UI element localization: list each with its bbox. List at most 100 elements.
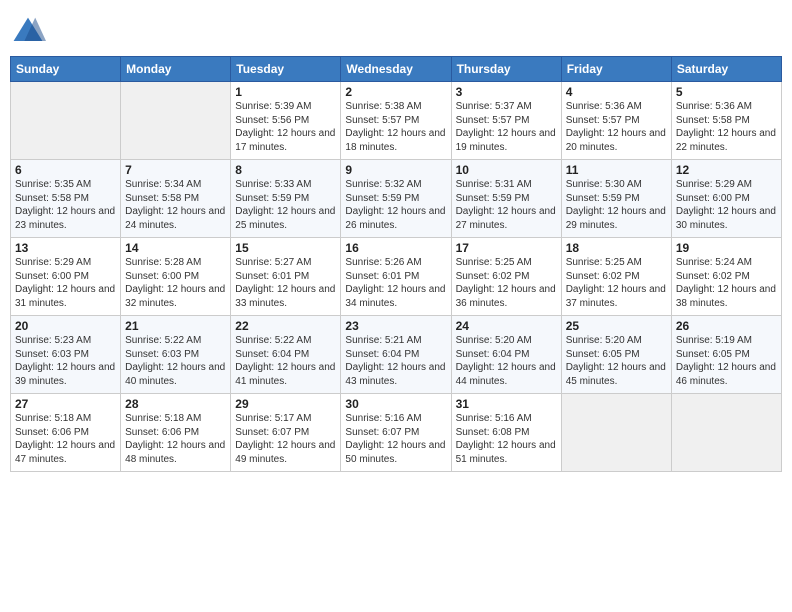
day-info: Sunrise: 5:22 AM Sunset: 6:04 PM Dayligh…	[235, 334, 336, 388]
day-number: 13	[15, 241, 116, 255]
calendar-cell: 19Sunrise: 5:24 AM Sunset: 6:02 PM Dayli…	[671, 238, 781, 316]
day-info: Sunrise: 5:29 AM Sunset: 6:00 PM Dayligh…	[676, 178, 777, 232]
calendar: SundayMondayTuesdayWednesdayThursdayFrid…	[10, 56, 782, 472]
day-info: Sunrise: 5:28 AM Sunset: 6:00 PM Dayligh…	[125, 256, 226, 310]
column-header-tuesday: Tuesday	[231, 57, 341, 82]
day-info: Sunrise: 5:37 AM Sunset: 5:57 PM Dayligh…	[456, 100, 557, 154]
day-info: Sunrise: 5:16 AM Sunset: 6:07 PM Dayligh…	[345, 412, 446, 466]
calendar-cell: 27Sunrise: 5:18 AM Sunset: 6:06 PM Dayli…	[11, 394, 121, 472]
calendar-cell: 15Sunrise: 5:27 AM Sunset: 6:01 PM Dayli…	[231, 238, 341, 316]
day-info: Sunrise: 5:25 AM Sunset: 6:02 PM Dayligh…	[456, 256, 557, 310]
calendar-cell	[11, 82, 121, 160]
day-info: Sunrise: 5:30 AM Sunset: 5:59 PM Dayligh…	[566, 178, 667, 232]
day-info: Sunrise: 5:35 AM Sunset: 5:58 PM Dayligh…	[15, 178, 116, 232]
day-info: Sunrise: 5:36 AM Sunset: 5:58 PM Dayligh…	[676, 100, 777, 154]
day-info: Sunrise: 5:38 AM Sunset: 5:57 PM Dayligh…	[345, 100, 446, 154]
day-info: Sunrise: 5:17 AM Sunset: 6:07 PM Dayligh…	[235, 412, 336, 466]
day-number: 19	[676, 241, 777, 255]
day-number: 22	[235, 319, 336, 333]
day-info: Sunrise: 5:20 AM Sunset: 6:05 PM Dayligh…	[566, 334, 667, 388]
day-info: Sunrise: 5:27 AM Sunset: 6:01 PM Dayligh…	[235, 256, 336, 310]
day-number: 18	[566, 241, 667, 255]
day-info: Sunrise: 5:36 AM Sunset: 5:57 PM Dayligh…	[566, 100, 667, 154]
calendar-week-row: 13Sunrise: 5:29 AM Sunset: 6:00 PM Dayli…	[11, 238, 782, 316]
day-number: 29	[235, 397, 336, 411]
day-info: Sunrise: 5:34 AM Sunset: 5:58 PM Dayligh…	[125, 178, 226, 232]
calendar-cell: 31Sunrise: 5:16 AM Sunset: 6:08 PM Dayli…	[451, 394, 561, 472]
calendar-cell: 7Sunrise: 5:34 AM Sunset: 5:58 PM Daylig…	[121, 160, 231, 238]
day-number: 24	[456, 319, 557, 333]
calendar-cell	[561, 394, 671, 472]
calendar-cell: 10Sunrise: 5:31 AM Sunset: 5:59 PM Dayli…	[451, 160, 561, 238]
calendar-cell: 23Sunrise: 5:21 AM Sunset: 6:04 PM Dayli…	[341, 316, 451, 394]
calendar-header-row: SundayMondayTuesdayWednesdayThursdayFrid…	[11, 57, 782, 82]
day-info: Sunrise: 5:18 AM Sunset: 6:06 PM Dayligh…	[125, 412, 226, 466]
day-number: 6	[15, 163, 116, 177]
day-number: 30	[345, 397, 446, 411]
day-number: 7	[125, 163, 226, 177]
day-info: Sunrise: 5:16 AM Sunset: 6:08 PM Dayligh…	[456, 412, 557, 466]
day-number: 31	[456, 397, 557, 411]
day-info: Sunrise: 5:32 AM Sunset: 5:59 PM Dayligh…	[345, 178, 446, 232]
day-number: 25	[566, 319, 667, 333]
day-number: 27	[15, 397, 116, 411]
calendar-week-row: 20Sunrise: 5:23 AM Sunset: 6:03 PM Dayli…	[11, 316, 782, 394]
calendar-cell: 20Sunrise: 5:23 AM Sunset: 6:03 PM Dayli…	[11, 316, 121, 394]
calendar-cell: 8Sunrise: 5:33 AM Sunset: 5:59 PM Daylig…	[231, 160, 341, 238]
day-number: 28	[125, 397, 226, 411]
day-number: 23	[345, 319, 446, 333]
day-number: 2	[345, 85, 446, 99]
calendar-cell: 16Sunrise: 5:26 AM Sunset: 6:01 PM Dayli…	[341, 238, 451, 316]
day-number: 17	[456, 241, 557, 255]
day-number: 8	[235, 163, 336, 177]
day-number: 20	[15, 319, 116, 333]
calendar-week-row: 27Sunrise: 5:18 AM Sunset: 6:06 PM Dayli…	[11, 394, 782, 472]
day-info: Sunrise: 5:29 AM Sunset: 6:00 PM Dayligh…	[15, 256, 116, 310]
calendar-week-row: 6Sunrise: 5:35 AM Sunset: 5:58 PM Daylig…	[11, 160, 782, 238]
calendar-cell: 25Sunrise: 5:20 AM Sunset: 6:05 PM Dayli…	[561, 316, 671, 394]
day-info: Sunrise: 5:26 AM Sunset: 6:01 PM Dayligh…	[345, 256, 446, 310]
calendar-cell: 22Sunrise: 5:22 AM Sunset: 6:04 PM Dayli…	[231, 316, 341, 394]
day-number: 9	[345, 163, 446, 177]
day-info: Sunrise: 5:19 AM Sunset: 6:05 PM Dayligh…	[676, 334, 777, 388]
calendar-week-row: 1Sunrise: 5:39 AM Sunset: 5:56 PM Daylig…	[11, 82, 782, 160]
calendar-cell: 5Sunrise: 5:36 AM Sunset: 5:58 PM Daylig…	[671, 82, 781, 160]
calendar-cell: 12Sunrise: 5:29 AM Sunset: 6:00 PM Dayli…	[671, 160, 781, 238]
day-number: 4	[566, 85, 667, 99]
page-header	[10, 10, 782, 50]
day-number: 11	[566, 163, 667, 177]
day-info: Sunrise: 5:39 AM Sunset: 5:56 PM Dayligh…	[235, 100, 336, 154]
day-number: 21	[125, 319, 226, 333]
column-header-saturday: Saturday	[671, 57, 781, 82]
calendar-cell: 6Sunrise: 5:35 AM Sunset: 5:58 PM Daylig…	[11, 160, 121, 238]
day-info: Sunrise: 5:18 AM Sunset: 6:06 PM Dayligh…	[15, 412, 116, 466]
day-number: 5	[676, 85, 777, 99]
day-info: Sunrise: 5:31 AM Sunset: 5:59 PM Dayligh…	[456, 178, 557, 232]
calendar-cell: 21Sunrise: 5:22 AM Sunset: 6:03 PM Dayli…	[121, 316, 231, 394]
calendar-cell	[671, 394, 781, 472]
column-header-sunday: Sunday	[11, 57, 121, 82]
day-number: 1	[235, 85, 336, 99]
day-info: Sunrise: 5:24 AM Sunset: 6:02 PM Dayligh…	[676, 256, 777, 310]
calendar-cell	[121, 82, 231, 160]
day-info: Sunrise: 5:20 AM Sunset: 6:04 PM Dayligh…	[456, 334, 557, 388]
day-number: 3	[456, 85, 557, 99]
calendar-cell: 29Sunrise: 5:17 AM Sunset: 6:07 PM Dayli…	[231, 394, 341, 472]
calendar-cell: 30Sunrise: 5:16 AM Sunset: 6:07 PM Dayli…	[341, 394, 451, 472]
day-info: Sunrise: 5:23 AM Sunset: 6:03 PM Dayligh…	[15, 334, 116, 388]
logo	[10, 14, 50, 50]
calendar-cell: 24Sunrise: 5:20 AM Sunset: 6:04 PM Dayli…	[451, 316, 561, 394]
calendar-cell: 28Sunrise: 5:18 AM Sunset: 6:06 PM Dayli…	[121, 394, 231, 472]
calendar-cell: 13Sunrise: 5:29 AM Sunset: 6:00 PM Dayli…	[11, 238, 121, 316]
calendar-cell: 11Sunrise: 5:30 AM Sunset: 5:59 PM Dayli…	[561, 160, 671, 238]
day-info: Sunrise: 5:25 AM Sunset: 6:02 PM Dayligh…	[566, 256, 667, 310]
column-header-thursday: Thursday	[451, 57, 561, 82]
day-number: 10	[456, 163, 557, 177]
calendar-cell: 18Sunrise: 5:25 AM Sunset: 6:02 PM Dayli…	[561, 238, 671, 316]
calendar-cell: 4Sunrise: 5:36 AM Sunset: 5:57 PM Daylig…	[561, 82, 671, 160]
calendar-cell: 9Sunrise: 5:32 AM Sunset: 5:59 PM Daylig…	[341, 160, 451, 238]
day-number: 26	[676, 319, 777, 333]
calendar-cell: 3Sunrise: 5:37 AM Sunset: 5:57 PM Daylig…	[451, 82, 561, 160]
day-info: Sunrise: 5:33 AM Sunset: 5:59 PM Dayligh…	[235, 178, 336, 232]
day-info: Sunrise: 5:22 AM Sunset: 6:03 PM Dayligh…	[125, 334, 226, 388]
